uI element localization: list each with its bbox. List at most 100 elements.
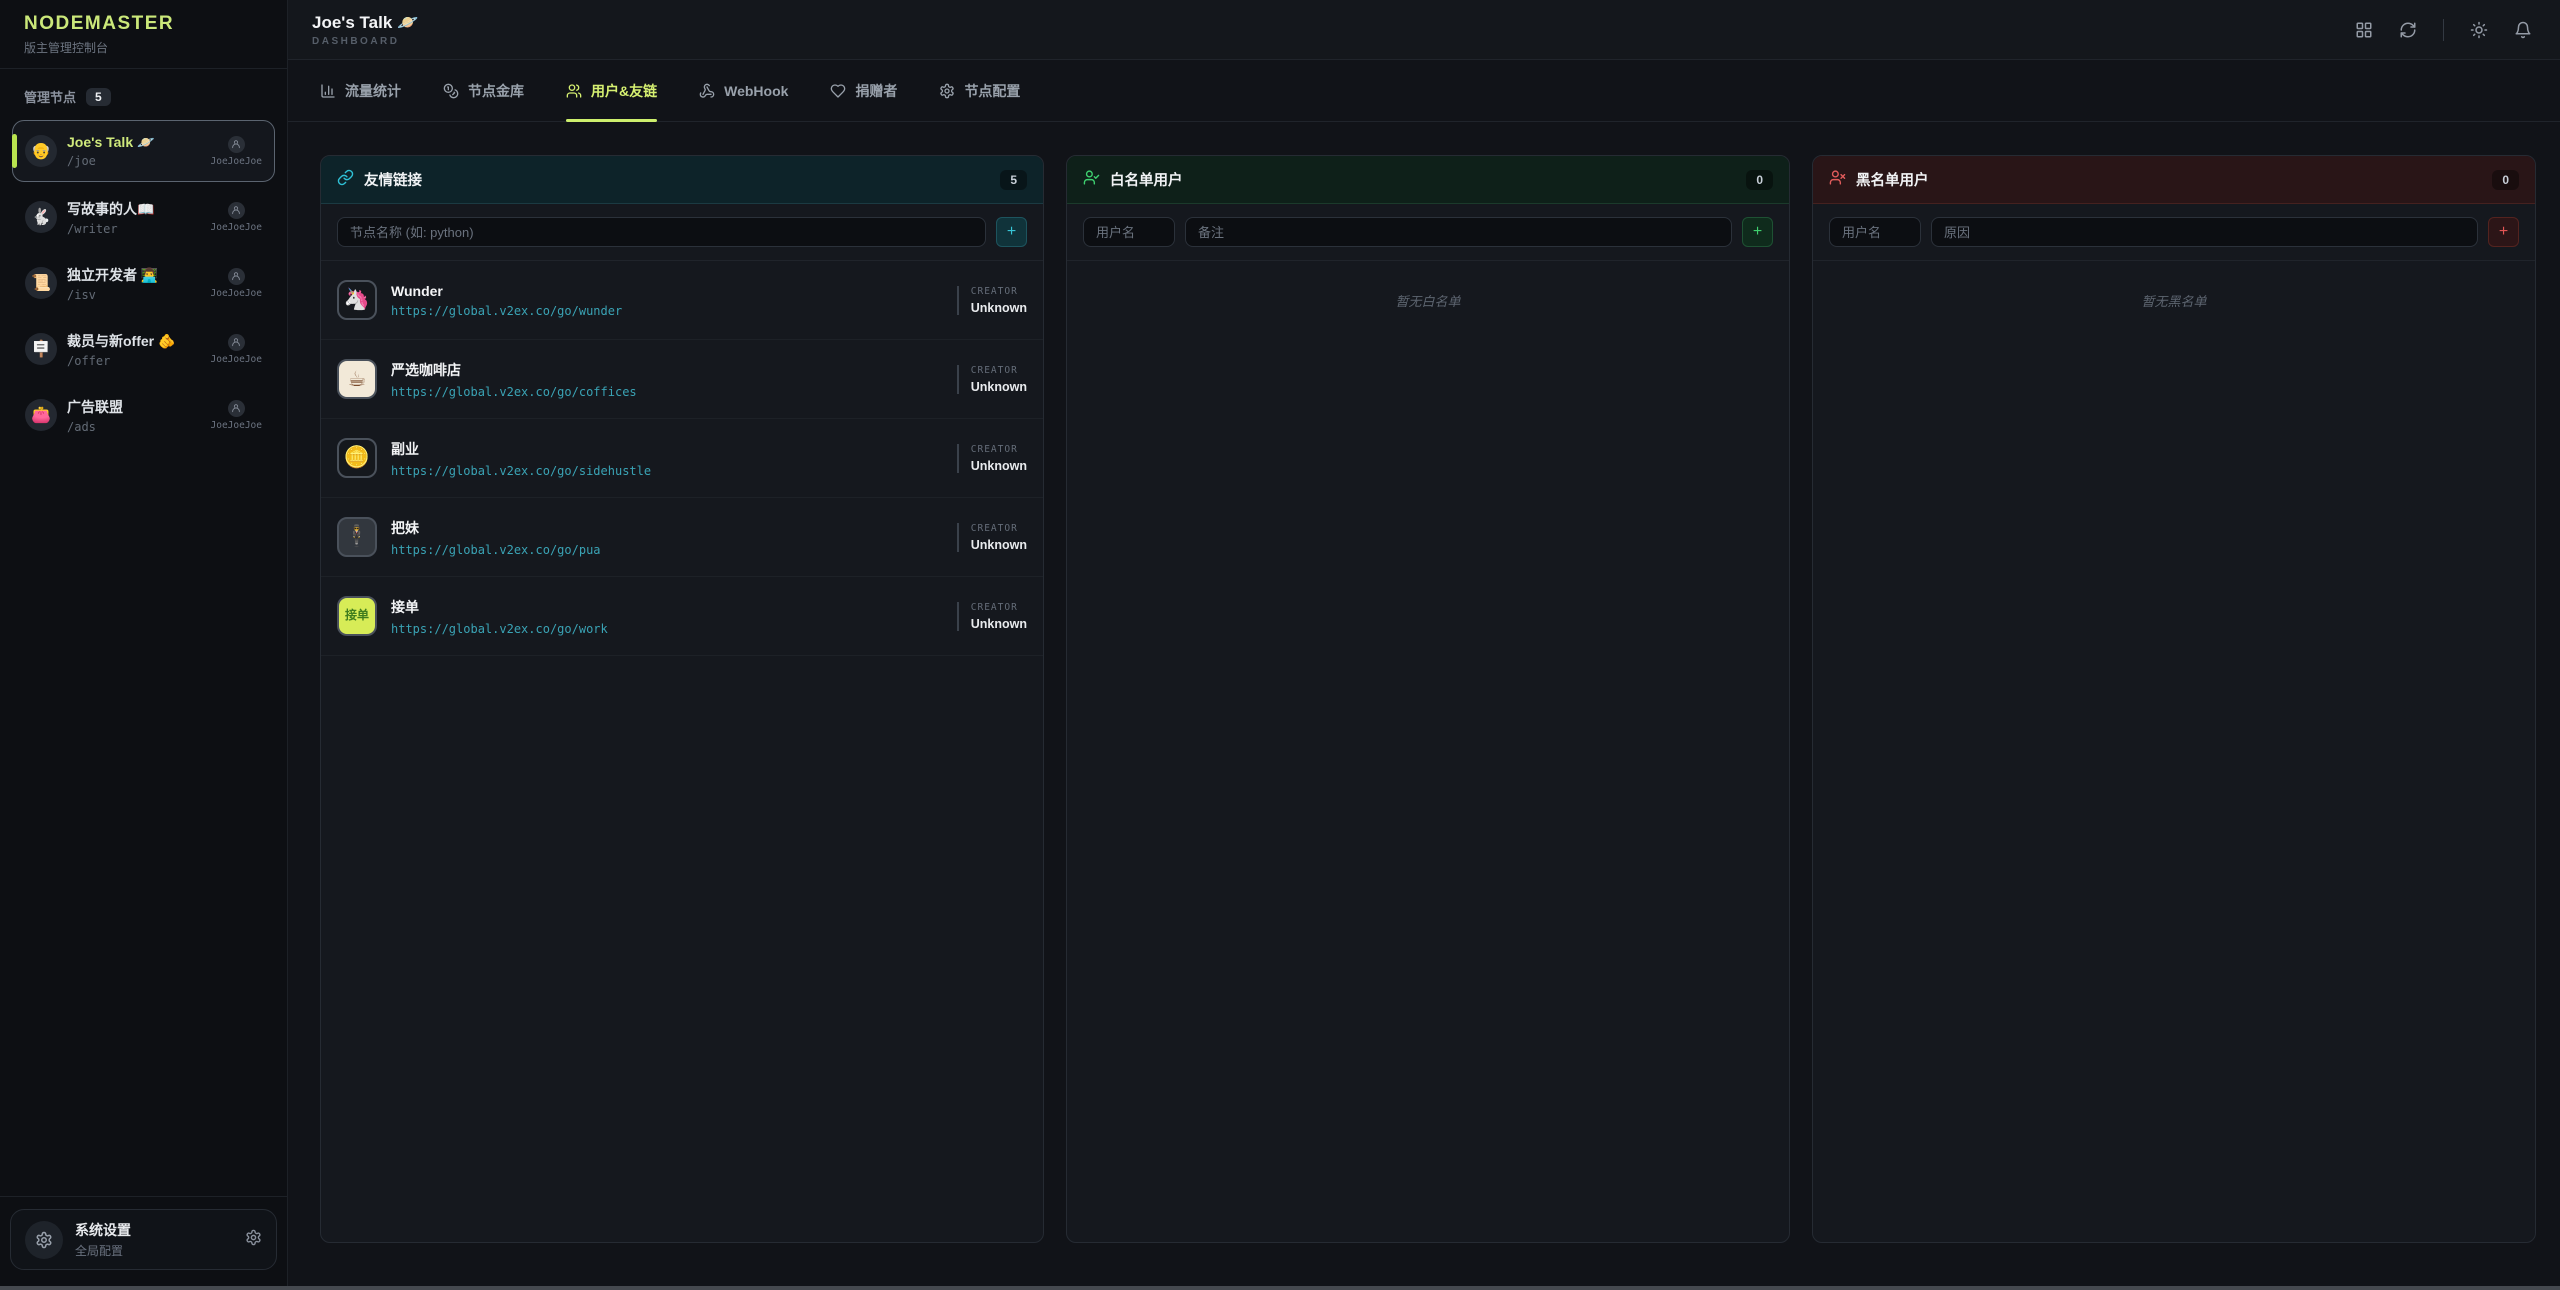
- blacklist-username-input[interactable]: [1829, 217, 1921, 247]
- creator-block: CREATOR Unknown: [957, 602, 1027, 631]
- tab-bar: 流量统计 节点金库 用户&友链 WebHook 捐赠者 节点配置: [288, 60, 2560, 122]
- sidebar-item-joe[interactable]: 👴 Joe's Talk 🪐 /joe JoeJoeJoe: [12, 120, 275, 182]
- owner-avatar-icon: [228, 334, 245, 351]
- user-x-icon: [1829, 169, 1846, 191]
- layout-grid-icon[interactable]: [2355, 21, 2373, 39]
- node-text: 写故事的人📖 /writer: [67, 199, 154, 236]
- link-url[interactable]: https://global.v2ex.co/go/wunder: [391, 304, 622, 318]
- creator-label: CREATOR: [971, 365, 1027, 376]
- window-bottom-edge: [0, 1286, 2560, 1290]
- topbar-titles: Joe's Talk 🪐 DASHBOARD: [312, 13, 418, 47]
- links-count-badge: 5: [1000, 170, 1027, 190]
- link-row[interactable]: 🦄 Wunder https://global.v2ex.co/go/wunde…: [321, 261, 1043, 340]
- bar-chart-icon: [320, 83, 336, 99]
- node-title: 广告联盟: [67, 397, 123, 417]
- node-text: 独立开发者 👨‍💻 /isv: [67, 265, 158, 302]
- creator-block: CREATOR Unknown: [957, 523, 1027, 552]
- node-avatar: 👴: [25, 135, 57, 167]
- owner-avatar-icon: [228, 202, 245, 219]
- logo-block: NODEMASTER 版主管理控制台: [0, 0, 287, 69]
- link-favicon: ☕: [337, 359, 377, 399]
- whitelist-note-input[interactable]: [1185, 217, 1732, 247]
- tab-webhook[interactable]: WebHook: [699, 60, 788, 121]
- tab-traffic-stats[interactable]: 流量统计: [320, 60, 401, 121]
- app-logo: NODEMASTER: [24, 13, 263, 35]
- creator-value: Unknown: [971, 459, 1027, 473]
- bell-icon[interactable]: [2514, 21, 2532, 39]
- tab-label: WebHook: [724, 83, 788, 99]
- settings-subtitle: 全局配置: [75, 1242, 131, 1259]
- app-logo-subtitle: 版主管理控制台: [24, 39, 263, 56]
- creator-label: CREATOR: [971, 602, 1027, 613]
- add-blacklist-form: +: [1813, 204, 2535, 261]
- creator-value: Unknown: [971, 617, 1027, 631]
- node-text: 广告联盟 /ads: [67, 397, 123, 434]
- whitelist-username-input[interactable]: [1083, 217, 1175, 247]
- add-whitelist-button[interactable]: +: [1742, 217, 1773, 247]
- sidebar-item-ads[interactable]: 👛 广告联盟 /ads JoeJoeJoe: [12, 384, 275, 446]
- owner-name: JoeJoeJoe: [211, 288, 262, 299]
- add-link-button[interactable]: +: [996, 217, 1027, 247]
- sidebar-item-writer[interactable]: 🐇 写故事的人📖 /writer JoeJoeJoe: [12, 186, 275, 248]
- link-info: 接单 https://global.v2ex.co/go/work: [391, 597, 608, 636]
- link-row[interactable]: 接单 接单 https://global.v2ex.co/go/work CRE…: [321, 577, 1043, 656]
- link-url[interactable]: https://global.v2ex.co/go/sidehustle: [391, 464, 651, 478]
- gear-icon[interactable]: [245, 1229, 262, 1251]
- tab-node-vault[interactable]: 节点金库: [443, 60, 524, 121]
- creator-label: CREATOR: [971, 286, 1027, 297]
- gear-icon: [939, 83, 955, 99]
- page-subtitle: DASHBOARD: [312, 36, 418, 47]
- link-row[interactable]: ☕ 严选咖啡店 https://global.v2ex.co/go/coffic…: [321, 340, 1043, 419]
- link-row[interactable]: 🪙 副业 https://global.v2ex.co/go/sidehustl…: [321, 419, 1043, 498]
- tab-label: 节点金库: [468, 81, 524, 101]
- node-owner: JoeJoeJoe: [211, 268, 262, 299]
- blacklist-reason-input[interactable]: [1931, 217, 2478, 247]
- footer-text: 系统设置 全局配置: [75, 1220, 131, 1259]
- blacklist-count-badge: 0: [2492, 170, 2519, 190]
- node-slug: /writer: [67, 222, 154, 236]
- whitelist-panel: 白名单用户 0 + 暂无白名单: [1066, 155, 1790, 1243]
- node-slug: /isv: [67, 288, 158, 302]
- creator-label: CREATOR: [971, 444, 1027, 455]
- sidebar: NODEMASTER 版主管理控制台 管理节点 5 👴 Joe's Talk 🪐…: [0, 0, 288, 1286]
- link-icon: [337, 169, 354, 191]
- link-row[interactable]: 🕴 把妹 https://global.v2ex.co/go/pua CREAT…: [321, 498, 1043, 577]
- add-link-form: +: [321, 204, 1043, 261]
- blacklist-empty-state: 暂无黑名单: [1813, 261, 2535, 310]
- whitelist-empty-state: 暂无白名单: [1067, 261, 1789, 310]
- owner-avatar-icon: [228, 136, 245, 153]
- link-url[interactable]: https://global.v2ex.co/go/pua: [391, 543, 601, 557]
- node-slug: /offer: [67, 354, 175, 368]
- creator-block: CREATOR Unknown: [957, 444, 1027, 473]
- link-name: 副业: [391, 439, 651, 459]
- link-name: 把妹: [391, 518, 601, 538]
- tab-node-config[interactable]: 节点配置: [939, 60, 1020, 121]
- tab-donors[interactable]: 捐赠者: [830, 60, 897, 121]
- sun-icon[interactable]: [2470, 21, 2488, 39]
- node-avatar: 🐇: [25, 201, 57, 233]
- link-favicon: 🪙: [337, 438, 377, 478]
- node-title: 裁员与新offer 🫵: [67, 331, 175, 351]
- sidebar-item-isv[interactable]: 📜 独立开发者 👨‍💻 /isv JoeJoeJoe: [12, 252, 275, 314]
- link-node-name-input[interactable]: [337, 217, 986, 247]
- friend-links-panel: 友情链接 5 + 🦄 Wunder https://global.v2ex.co…: [320, 155, 1044, 1243]
- topbar-divider: [2443, 19, 2444, 41]
- refresh-icon[interactable]: [2399, 21, 2417, 39]
- creator-block: CREATOR Unknown: [957, 286, 1027, 315]
- tab-users-links[interactable]: 用户&友链: [566, 60, 657, 121]
- owner-avatar-icon: [228, 268, 245, 285]
- gear-avatar-icon: [25, 1221, 63, 1259]
- content-grid: 友情链接 5 + 🦄 Wunder https://global.v2ex.co…: [288, 122, 2560, 1286]
- system-settings-card[interactable]: 系统设置 全局配置: [10, 1209, 277, 1270]
- link-favicon: 🕴: [337, 517, 377, 557]
- link-info: 严选咖啡店 https://global.v2ex.co/go/coffices: [391, 360, 637, 399]
- add-blacklist-button[interactable]: +: [2488, 217, 2519, 247]
- friend-links-list: 🦄 Wunder https://global.v2ex.co/go/wunde…: [321, 261, 1043, 1242]
- link-favicon: 🦄: [337, 280, 377, 320]
- sidebar-item-offer[interactable]: 🪧 裁员与新offer 🫵 /offer JoeJoeJoe: [12, 318, 275, 380]
- tab-label: 流量统计: [345, 81, 401, 101]
- link-url[interactable]: https://global.v2ex.co/go/work: [391, 622, 608, 636]
- link-info: 把妹 https://global.v2ex.co/go/pua: [391, 518, 601, 557]
- node-slug: /joe: [67, 154, 154, 168]
- link-url[interactable]: https://global.v2ex.co/go/coffices: [391, 385, 637, 399]
